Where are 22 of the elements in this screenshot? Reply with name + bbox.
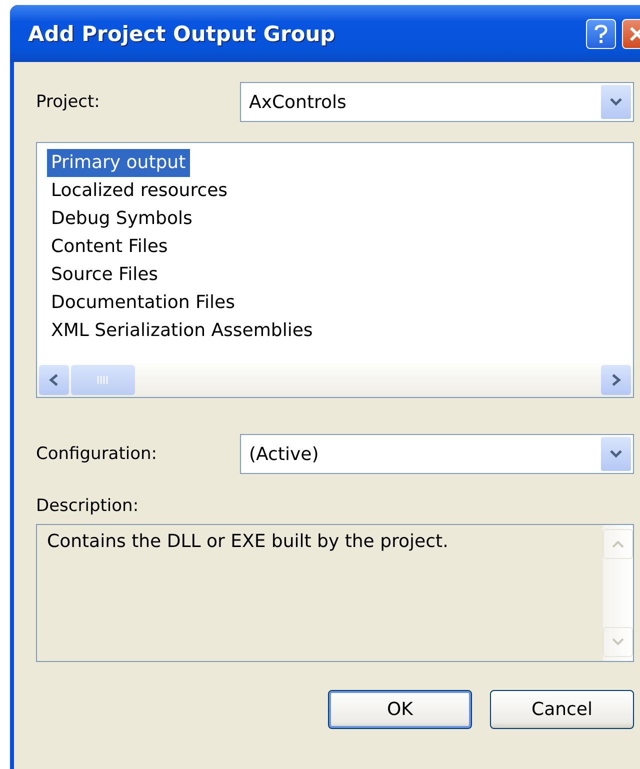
ok-button[interactable]: OK [328, 690, 472, 729]
project-dropdown[interactable]: AxControls [240, 82, 634, 122]
output-list-item[interactable]: Debug Symbols [47, 205, 196, 233]
scroll-thumb[interactable] [71, 365, 135, 395]
window-title: Add Project Output Group [28, 22, 336, 46]
output-list-item[interactable]: Source Files [47, 261, 162, 289]
chevron-down-icon[interactable] [601, 85, 631, 119]
project-label: Project: [36, 92, 101, 112]
output-list-item[interactable]: Localized resources [47, 177, 232, 205]
cancel-button[interactable]: Cancel [490, 690, 634, 729]
help-button[interactable] [586, 18, 616, 48]
horizontal-scrollbar[interactable] [37, 363, 633, 397]
configuration-dropdown[interactable]: (Active) [240, 434, 634, 474]
output-list-item[interactable]: Content Files [47, 233, 172, 261]
configuration-label: Configuration: [36, 444, 158, 464]
description-label: Description: [36, 496, 140, 516]
chevron-down-icon[interactable] [601, 437, 631, 471]
output-list-item[interactable]: Primary output [47, 149, 190, 177]
question-mark-icon[interactable] [593, 24, 609, 44]
output-list-item[interactable]: XML Serialization Assemblies [47, 317, 317, 345]
output-list-item[interactable]: Documentation Files [47, 289, 239, 317]
description-text: Contains the DLL or EXE built by the project. [46, 530, 450, 554]
